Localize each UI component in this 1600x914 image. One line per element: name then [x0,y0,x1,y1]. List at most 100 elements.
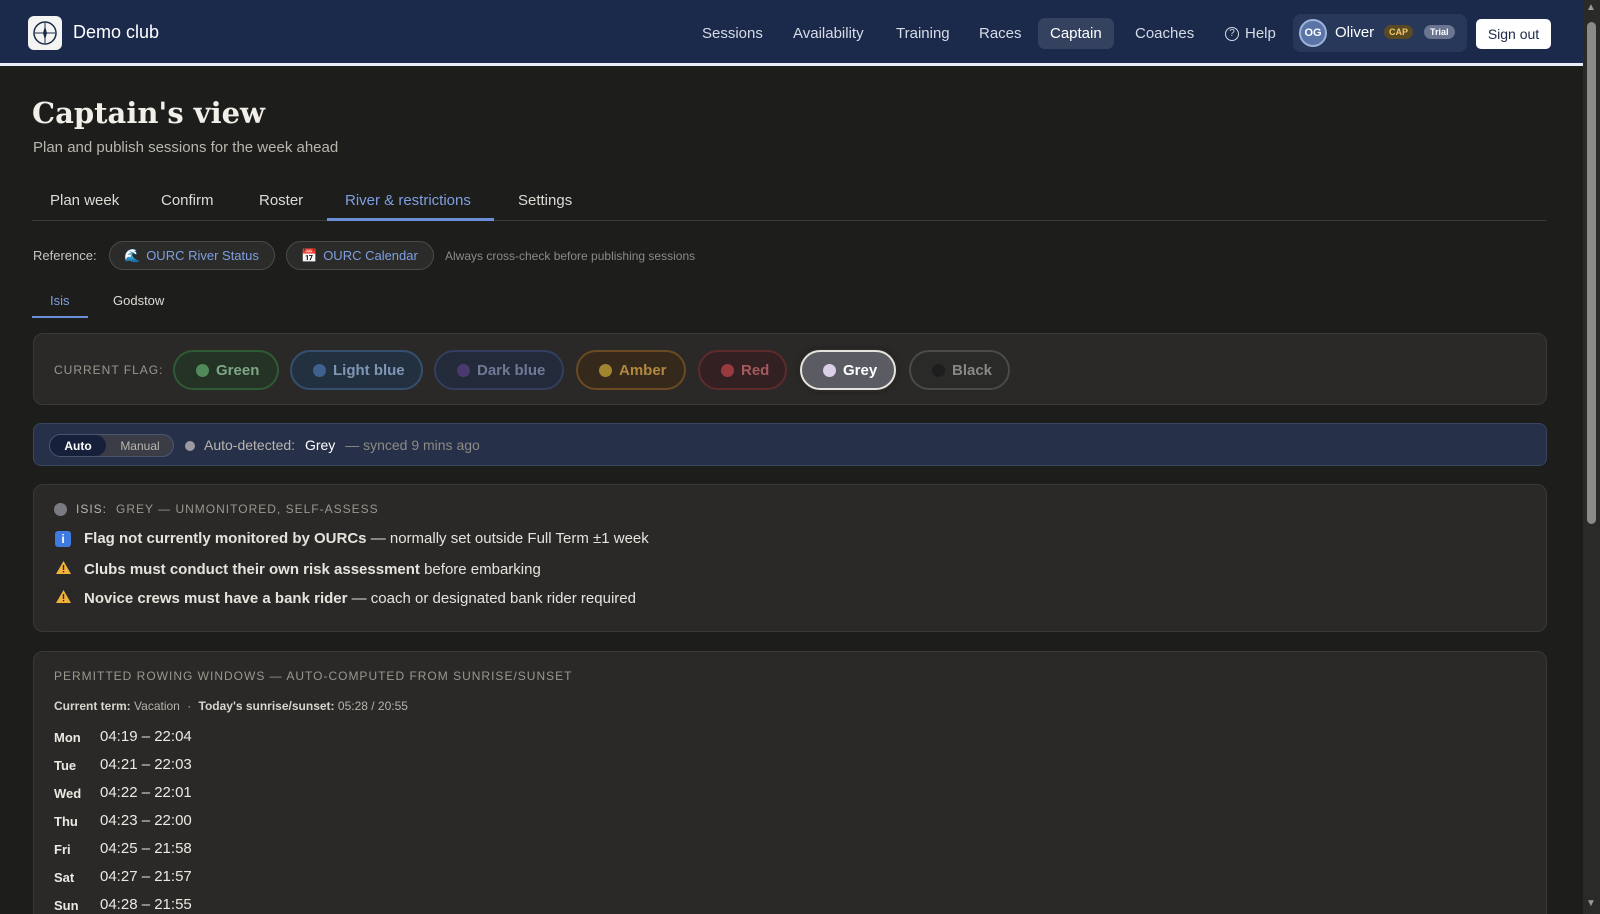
day-label: Wed [54,786,82,801]
tab-confirm[interactable]: Confirm [161,192,214,209]
flag-green-label: Green [216,361,260,379]
term-label: Current term: [54,699,131,713]
day-label: Tue [54,758,77,773]
mode-manual-button[interactable]: Manual [106,435,174,456]
mode-auto-button[interactable]: Auto [50,435,106,456]
status-dot-icon [185,441,195,451]
dark-blue-dot-icon [457,363,470,377]
nav-coaches[interactable]: Coaches [1123,18,1206,49]
ourc-calendar-label: OURC Calendar [323,248,418,263]
auto-detected-value: Grey [304,437,336,453]
day-label: Sat [54,870,75,885]
scroll-thumb[interactable] [1587,22,1596,524]
river-status-panel: ISIS: GREY — UNMONITORED, SELF-ASSESS i … [33,484,1547,632]
page-title: Captain's view [32,96,266,130]
sun-label: Today's sunrise/sunset: [198,699,335,713]
day-window: 04:23 – 22:00 [100,812,192,829]
ourc-calendar-link[interactable]: 📅 OURC Calendar [286,241,434,270]
info-icon: i [54,530,72,547]
calendar-icon: 📅 [301,247,318,263]
rowing-windows-panel: PERMITTED ROWING WINDOWS — AUTO-COMPUTED… [33,651,1547,914]
ourc-river-status-link[interactable]: 🌊 OURC River Status [109,241,275,270]
light-blue-dot-icon [313,363,326,377]
tab-plan-week[interactable]: Plan week [50,192,119,209]
scroll-up-icon[interactable]: ▲ [1586,2,1596,13]
status-line-risk: Clubs must conduct their own risk assess… [54,560,541,579]
flag-dark-blue[interactable]: Dark blue [434,350,564,390]
status-summary: GREY — UNMONITORED, SELF-ASSESS [116,502,379,516]
day-label: Thu [54,814,78,829]
flag-black-label: Black [952,361,993,379]
flag-light-blue[interactable]: Light blue [290,350,423,390]
rowing-windows-title: PERMITTED ROWING WINDOWS — AUTO-COMPUTED… [54,669,573,683]
page-scrollbar[interactable]: ▲ ▼ [1583,0,1600,914]
auto-detected-text: Auto-detected: Grey — synced 9 mins ago [204,437,480,453]
wave-icon: 🌊 [124,247,141,263]
flag-red[interactable]: Red [698,350,787,390]
grey-dot-icon [823,363,836,377]
nav-help[interactable]: ? Help [1213,18,1288,49]
status-line-monitoring: i Flag not currently monitored by OURCs … [54,530,649,547]
user-menu[interactable]: OG Oliver CAP Trial [1293,14,1467,52]
day-label: Mon [54,730,81,745]
warning-icon [54,589,72,608]
flag-grey-selected[interactable]: Grey [800,350,896,390]
status-line-bold: Flag not currently monitored by OURCs [84,530,367,547]
compass-logo-icon [33,21,57,45]
scroll-down-icon[interactable]: ▼ [1586,898,1596,909]
status-line-rest: — normally set outside Full Term ±1 week [366,530,649,547]
term-value: Vacation [134,699,180,713]
status-line-bold: Clubs must conduct their own risk assess… [84,561,420,578]
river-tab-indicator [32,316,88,318]
auto-detect-bar: Auto Manual Auto-detected: Grey — synced… [33,423,1547,466]
day-window: 04:21 – 22:03 [100,756,192,773]
status-line-bold: Novice crews must have a bank rider [84,590,348,607]
flag-amber[interactable]: Amber [576,350,686,390]
day-window: 04:22 – 22:01 [100,784,192,801]
flag-grey-label: Grey [843,361,878,379]
flag-green[interactable]: Green [173,350,279,390]
flag-selector-panel: CURRENT FLAG: Green Light blue Dark blue… [33,333,1547,405]
black-dot-icon [932,363,945,377]
nav-availability[interactable]: Availability [781,18,876,49]
brand-name[interactable]: Demo club [73,22,159,43]
club-logo[interactable] [28,16,62,50]
reference-note: Always cross-check before publishing ses… [445,249,696,263]
tab-settings[interactable]: Settings [518,192,572,209]
sign-out-button[interactable]: Sign out [1476,19,1551,49]
green-dot-icon [196,363,209,377]
term-info: Current term: Vacation · Today's sunrise… [54,699,408,713]
flag-red-label: Red [741,361,770,379]
river-tab-godstow[interactable]: Godstow [113,293,164,308]
day-window: 04:27 – 21:57 [100,868,192,885]
tab-roster[interactable]: Roster [259,192,303,209]
role-badge: CAP [1384,25,1414,39]
nav-sessions[interactable]: Sessions [690,18,775,49]
flag-light-blue-label: Light blue [333,361,405,379]
status-line-rest: — coach or designated bank rider require… [347,590,636,607]
plan-badge: Trial [1424,25,1455,39]
avatar: OG [1299,19,1327,47]
nav-training[interactable]: Training [884,18,962,49]
nav-races[interactable]: Races [967,18,1034,49]
auto-detected-label: Auto-detected: [204,437,296,453]
separator: · [187,699,192,713]
mode-toggle: Auto Manual [49,434,174,457]
flag-dark-blue-label: Dark blue [477,361,546,379]
nav-captain[interactable]: Captain [1038,18,1114,49]
river-status-header: ISIS: GREY — UNMONITORED, SELF-ASSESS [54,502,379,516]
reference-label: Reference: [33,248,97,263]
captain-tabs: Plan week Confirm Roster River & restric… [32,180,1546,221]
sync-status: — synced 9 mins ago [345,437,480,453]
day-window: 04:28 – 21:55 [100,896,192,913]
tab-river-restrictions[interactable]: River & restrictions [345,192,471,209]
red-dot-icon [721,363,734,377]
amber-dot-icon [599,363,612,377]
help-icon: ? [1225,26,1239,41]
river-name: ISIS: [76,502,108,516]
river-tab-isis[interactable]: Isis [50,293,70,308]
day-window: 04:25 – 21:58 [100,840,192,857]
page-subtitle: Plan and publish sessions for the week a… [33,139,339,156]
ourc-river-status-label: OURC River Status [146,248,259,263]
flag-black[interactable]: Black [909,350,1010,390]
